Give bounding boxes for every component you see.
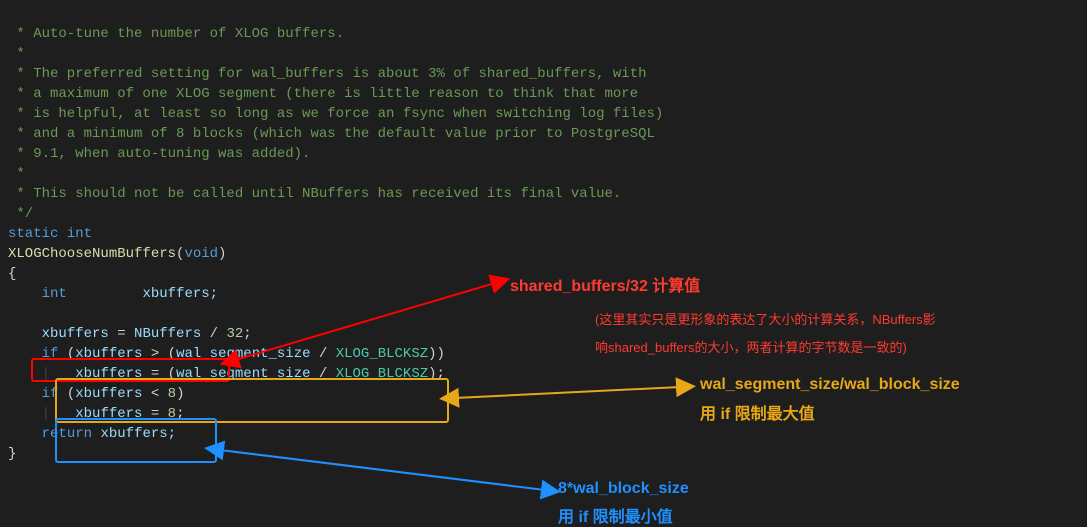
code-line: | xbuffers = (wal_segment_size / XLOG_BL… xyxy=(8,366,445,382)
brace-open: { xyxy=(8,266,16,282)
comment-line: * xyxy=(8,46,25,62)
comment-line: * xyxy=(8,166,25,182)
comment-line: * The preferred setting for wal_buffers … xyxy=(8,66,647,82)
comment-line: * This should not be called until NBuffe… xyxy=(8,186,621,202)
comment-line: * and a minimum of 8 blocks (which was t… xyxy=(8,126,655,142)
code-line: int xbuffers; xyxy=(8,286,218,302)
comment-line: * Auto-tune the number of XLOG buffers. xyxy=(8,26,344,42)
code-line: if (xbuffers > (wal_segment_size / XLOG_… xyxy=(8,346,445,362)
code-line: static int xyxy=(8,226,92,242)
annotation-blue-l1: 8*wal_block_size xyxy=(558,480,689,498)
comment-line: * is helpful, at least so long as we for… xyxy=(8,106,663,122)
blank-line xyxy=(8,306,16,322)
code-line: | xbuffers = 8; xyxy=(8,406,184,422)
code-line: return xbuffers; xyxy=(8,426,176,442)
brace-close: } xyxy=(8,446,16,462)
code-line: if (xbuffers < 8) xyxy=(8,386,184,402)
annotation-red-sub1: (这里其实只是更形象的表达了大小的计算关系，NBuffers影 xyxy=(595,309,936,328)
code-line: XLOGChooseNumBuffers(void) xyxy=(8,246,226,262)
annotation-red-sub2: 响shared_buffers的大小，两者计算的字节数是一致的) xyxy=(595,337,907,356)
code-line: xbuffers = NBuffers / 32; xyxy=(8,326,252,342)
comment-line: */ xyxy=(8,206,33,222)
annotation-red-title: shared_buffers/32 计算值 xyxy=(510,272,700,296)
annotation-orange-l2: 用 if 限制最大值 xyxy=(700,400,815,424)
annotation-orange-l1: wal_segment_size/wal_block_size xyxy=(700,376,960,394)
annotation-blue-l2: 用 if 限制最小值 xyxy=(558,503,673,527)
code-editor: * Auto-tune the number of XLOG buffers. … xyxy=(0,0,1087,468)
comment-line: * 9.1, when auto-tuning was added). xyxy=(8,146,310,162)
comment-line: * a maximum of one XLOG segment (there i… xyxy=(8,86,638,102)
